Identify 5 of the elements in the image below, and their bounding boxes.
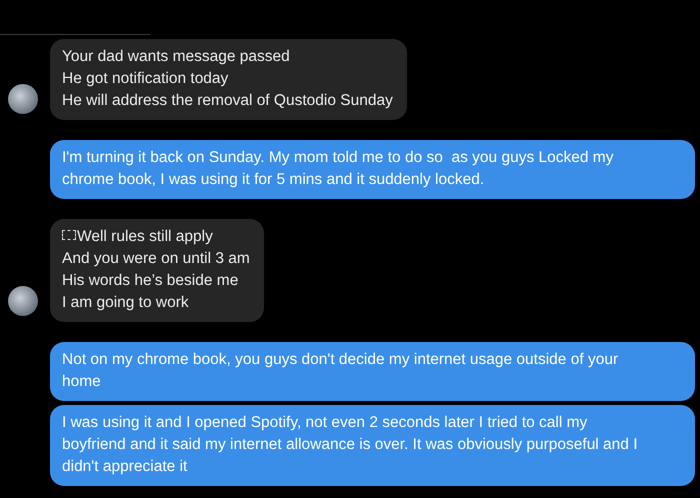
received-message-bubble: Your dad wants message passed He got notification today He will address the removal of Qustodio Sunday [50,39,407,120]
sent-message-bubble: I'm turning it back on Sunday. My mom told me to do so as you guys Locked my chrome book, I was using it for 5 mins and it suddenly locked. [50,140,695,199]
sent-message-bubble: Not on my chrome book, you guys don't decide my internet usage outside of your home [50,342,695,401]
received-message-bubble: Well rules still apply And you were on until 3 am His words he’s beside me I am going to work [50,219,264,322]
sent-message-bubble: I was using it and I opened Spotify, not even 2 seconds later I tried to call my boyfriend and it said my internet allowance is over. It was obviously purposeful and I didn't appreciate it [50,405,695,486]
